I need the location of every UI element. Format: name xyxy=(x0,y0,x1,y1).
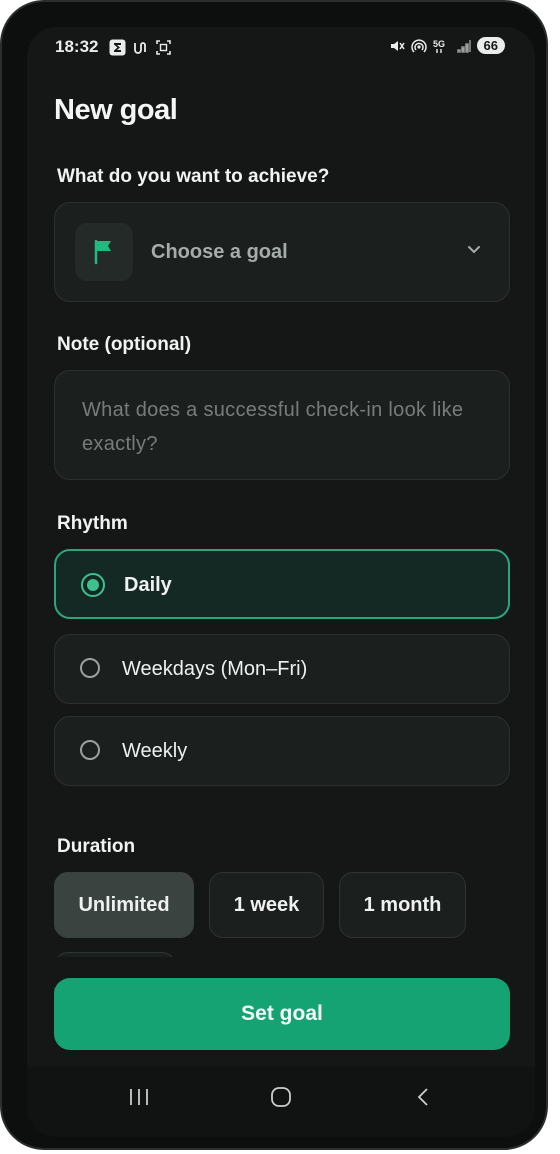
rhythm-option-daily[interactable]: Daily xyxy=(54,549,510,619)
rhythm-option-weekdays[interactable]: Weekdays (Mon–Fri) xyxy=(54,634,510,704)
screenshot-icon xyxy=(156,40,171,55)
rhythm-option-label: Weekdays (Mon–Fri) xyxy=(122,658,308,680)
radio-selected-icon xyxy=(81,573,105,597)
status-left-icons xyxy=(109,39,172,56)
rhythm-option-label: Weekly xyxy=(122,740,188,762)
home-icon[interactable] xyxy=(269,1085,293,1109)
back-icon[interactable] xyxy=(412,1085,436,1109)
hotspot-icon xyxy=(410,38,427,53)
sigma-icon xyxy=(109,39,126,56)
status-time: 18:32 xyxy=(55,37,99,56)
note-placeholder: What does a successful check-in look lik… xyxy=(82,399,464,455)
status-right-icons: 5G 66 xyxy=(389,37,505,54)
page-title: New goal xyxy=(54,94,178,126)
system-nav-bar xyxy=(27,1067,535,1137)
radio-unselected-icon xyxy=(80,658,100,678)
status-bar: 18:32 5G 66 xyxy=(27,27,535,67)
duration-chip-unlimited[interactable]: Unlimited xyxy=(54,872,194,938)
radio-unselected-icon xyxy=(80,740,100,760)
loop-icon xyxy=(134,42,146,54)
goal-placeholder: Choose a goal xyxy=(151,241,288,263)
rhythm-label: Rhythm xyxy=(57,513,128,534)
goal-label: What do you want to achieve? xyxy=(57,166,330,187)
rhythm-option-weekly[interactable]: Weekly xyxy=(54,716,510,786)
duration-chip-1-month[interactable]: 1 month xyxy=(339,872,466,938)
flag-icon-box xyxy=(75,223,133,281)
phone-frame: 18:32 5G 66 New goal What do you want to… xyxy=(0,0,548,1150)
5g-icon: 5G xyxy=(433,39,445,53)
flag-icon xyxy=(94,239,111,265)
chevron-down-icon xyxy=(468,246,480,254)
battery-indicator: 66 xyxy=(476,37,505,54)
app-screen: 18:32 5G 66 New goal What do you want to… xyxy=(27,27,535,1137)
duration-label: Duration xyxy=(57,836,136,857)
set-goal-button[interactable]: Set goal xyxy=(54,978,510,1050)
recent-apps-icon[interactable] xyxy=(127,1085,151,1109)
goal-select[interactable]: Choose a goal xyxy=(54,202,510,302)
signal-icon xyxy=(456,39,471,53)
note-input[interactable]: What does a successful check-in look lik… xyxy=(54,370,510,480)
note-label: Note (optional) xyxy=(57,334,192,355)
mute-icon xyxy=(390,40,405,51)
duration-chip-1-week[interactable]: 1 week xyxy=(209,872,324,938)
rhythm-option-label: Daily xyxy=(124,574,172,596)
svg-text:5G: 5G xyxy=(433,39,445,49)
